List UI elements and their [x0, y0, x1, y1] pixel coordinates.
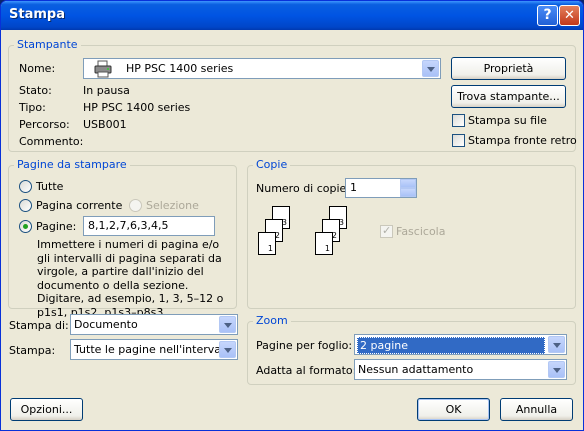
print-label: Stampa: [9, 344, 56, 357]
scale-value: Nessun adattamento [358, 363, 474, 376]
printer-name-value: HP PSC 1400 series [126, 62, 234, 75]
scale-select[interactable]: Nessun adattamento [354, 359, 567, 380]
pages-input[interactable]: 8,1,2,7,6,3,4,5 [83, 216, 215, 236]
printer-type-label: Tipo: [19, 101, 46, 114]
selection-label: Selezione [146, 199, 199, 212]
print-value: Tutte le pagine nell'intervallo [74, 343, 234, 356]
print-what-label: Stampa di: [9, 319, 69, 332]
pages-label[interactable]: Pagine: [36, 220, 76, 233]
collate-checkbox [380, 224, 393, 238]
collate-label: Fascicola [396, 225, 446, 238]
collate-page: 1 [315, 232, 333, 255]
scale-label: Adatta al formato: [256, 364, 357, 377]
pages-per-sheet-value: 2 pagine [357, 337, 545, 354]
print-what-select[interactable]: Documento [70, 314, 238, 335]
print-what-value: Documento [74, 318, 138, 331]
zoom-legend: Zoom [253, 314, 291, 327]
page-range-legend: Pagine da stampare [14, 158, 130, 171]
chevron-down-icon[interactable] [422, 60, 439, 77]
printer-path-label: Percorso: [19, 118, 70, 131]
printer-icon [94, 60, 112, 81]
printer-legend: Stampante [14, 38, 81, 51]
printer-path-value: USB001 [83, 118, 127, 131]
all-pages-label[interactable]: Tutte [36, 180, 63, 193]
print-to-file-checkbox[interactable] [452, 114, 465, 127]
help-button[interactable]: ? [537, 5, 558, 26]
pages-per-sheet-select[interactable]: 2 pagine [354, 334, 567, 355]
selection-radio [129, 199, 142, 212]
chevron-down-icon[interactable] [219, 341, 236, 358]
window-title: Stampa [9, 7, 65, 22]
printer-comment-label: Commento: [19, 135, 84, 148]
copies-up-button[interactable] [400, 179, 416, 188]
print-dialog: Stampa ? ✕ Stampante Nome: HP PSC 1400 s… [0, 0, 584, 431]
print-select[interactable]: Tutte le pagine nell'intervallo [70, 339, 238, 360]
properties-button[interactable]: Proprietà [451, 57, 566, 80]
print-to-file-label[interactable]: Stampa su file [468, 114, 547, 127]
duplex-checkbox[interactable] [452, 134, 465, 147]
printer-name-select[interactable]: HP PSC 1400 series [83, 58, 441, 79]
page-range-help-text: Immettere i numeri di pagina e/o gli int… [37, 238, 224, 319]
chevron-down-icon[interactable] [548, 361, 565, 378]
collate-page: 1 [258, 232, 276, 255]
cancel-button[interactable]: Annulla [500, 398, 573, 421]
copies-down-button[interactable] [400, 188, 416, 197]
printer-type-value: HP PSC 1400 series [83, 101, 191, 114]
pages-per-sheet-label: Pagine per foglio: [256, 339, 353, 352]
printer-name-label: Nome: [19, 62, 56, 75]
options-button[interactable]: Opzioni... [10, 398, 83, 421]
printer-status-value: In pausa [83, 84, 130, 97]
duplex-label[interactable]: Stampa fronte retro [468, 134, 577, 147]
copies-legend: Copie [253, 158, 291, 171]
close-button[interactable]: ✕ [559, 5, 580, 26]
title-bar[interactable]: Stampa ? ✕ [1, 1, 583, 30]
all-pages-radio[interactable] [19, 180, 32, 193]
chevron-down-icon[interactable] [219, 316, 236, 333]
copies-count-label: Numero di copie: [256, 182, 351, 195]
current-page-label[interactable]: Pagina corrente [36, 199, 122, 212]
chevron-down-icon[interactable] [548, 336, 565, 353]
find-printer-button[interactable]: Trova stampante... [451, 85, 566, 108]
pages-radio[interactable] [19, 220, 32, 233]
ok-button[interactable]: OK [417, 398, 490, 421]
printer-status-label: Stato: [19, 84, 52, 97]
current-page-radio[interactable] [19, 199, 32, 212]
